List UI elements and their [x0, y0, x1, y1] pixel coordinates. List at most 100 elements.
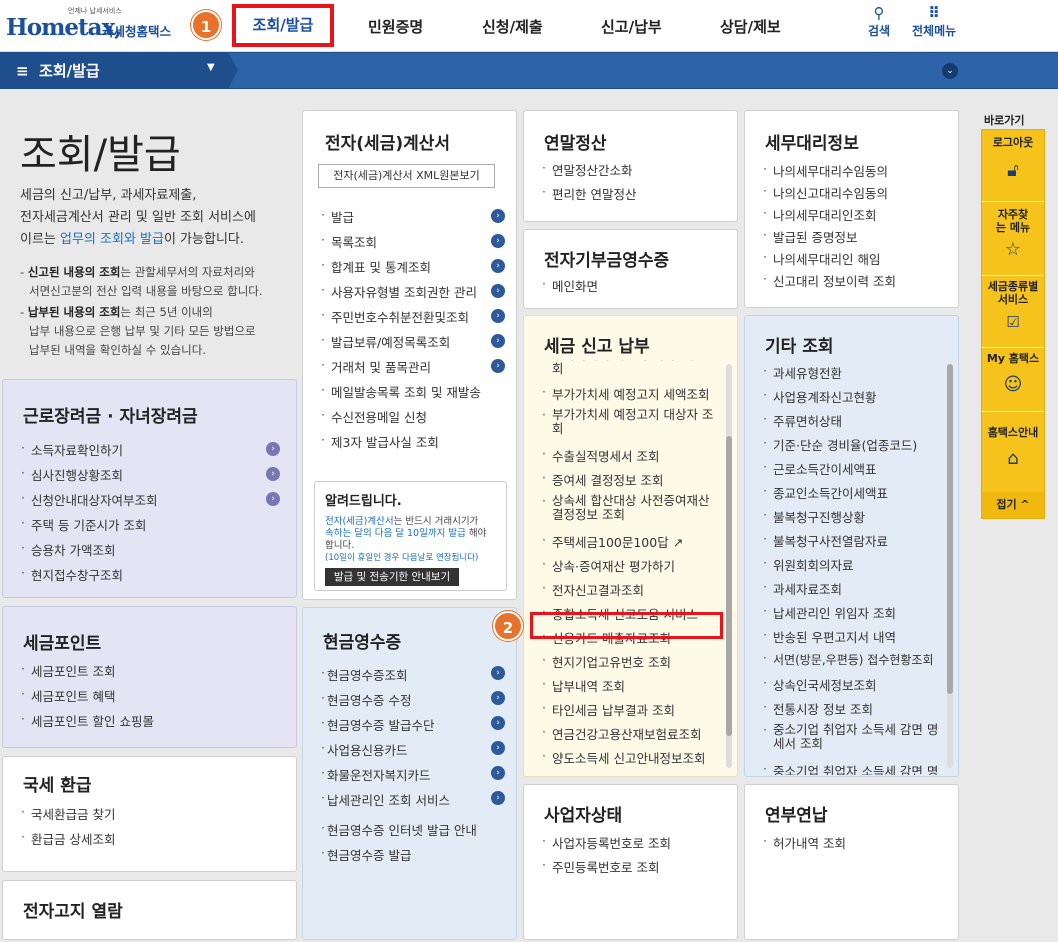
arrow-right-icon[interactable]: › [266, 442, 280, 456]
list-item[interactable]: 기준·단순 경비율(업종코드) [763, 435, 945, 459]
nav-lookup-issue[interactable]: 조회/발급 [232, 4, 334, 47]
list-item[interactable]: 주민번호수취분전환및조회 [321, 307, 481, 332]
list-item[interactable]: 주택 등 기준시가 조회 [21, 515, 158, 540]
list-item[interactable]: 과세자료조회 [763, 579, 945, 603]
list-item[interactable]: 현금영수증 수정 [321, 690, 477, 715]
list-item[interactable]: 나의세무대리인 해임 [763, 249, 896, 271]
panel-e-notice[interactable]: 전자고지 열람 [2, 880, 297, 940]
list-item[interactable]: 상속인국세정보조회 [763, 675, 945, 699]
list-item[interactable]: 수신전용메일 신청 [321, 407, 481, 432]
chevron-down-icon[interactable]: ⌄ [942, 63, 958, 79]
list-item[interactable]: 편리한 연말정산 [542, 184, 636, 208]
list-item[interactable]: 현지접수창구조회 [21, 565, 158, 590]
list-item[interactable]: 거래처 및 품목관리 [321, 357, 481, 382]
list-item[interactable]: 사업자등록번호로 조회 [542, 833, 671, 857]
scrollbar-thumb[interactable] [947, 364, 953, 694]
arrow-right-icon[interactable]: › [491, 791, 505, 805]
list-item[interactable]: 현금영수증 인터넷 발급 안내 [321, 820, 477, 845]
list-item[interactable]: 승용차 가액조회 [21, 540, 158, 565]
list-item[interactable]: 나의신고대리수임동의 [763, 183, 896, 205]
list-item[interactable]: 발급보류/예정목록조회 [321, 332, 481, 357]
list-item[interactable]: 사용자유형별 조회권한 관리 [321, 282, 481, 307]
list-item[interactable]: 부가가치세 카드사 대리납부 조회 [542, 360, 722, 384]
tax-report-scroll-area[interactable]: 부가가치세 카드사 대리납부 조회 부가가치세 예정고지 세액조회 부가가치세 … [524, 360, 724, 770]
breadcrumb[interactable]: ≡ 조회/발급 ▼ [0, 52, 238, 89]
list-item[interactable]: 세금포인트 조회 [21, 661, 154, 686]
list-item[interactable]: 화물운전자복지카드 [321, 765, 477, 790]
list-item[interactable]: 주택세금100문100답 ↗ [542, 532, 722, 556]
list-item[interactable]: 목록조회 [321, 232, 481, 257]
list-item[interactable]: 상속·증여재산 평가하기 [542, 556, 722, 580]
list-item[interactable]: 메인화면 [542, 276, 598, 300]
list-item[interactable]: 부가가치세 예정고지 세액조회 [542, 384, 722, 408]
list-item[interactable]: 환급금 상세조회 [21, 829, 115, 854]
arrow-right-icon[interactable]: › [491, 334, 505, 348]
list-item[interactable]: 납세관리인 조회 서비스 [321, 790, 477, 820]
list-item[interactable]: 국세환급금 찾기 [21, 804, 115, 829]
list-item[interactable]: 불복청구사전열람자료 [763, 531, 945, 555]
arrow-right-icon[interactable]: › [491, 691, 505, 705]
list-item[interactable]: 발급 [321, 207, 481, 232]
list-item[interactable]: 현금영수증 발급수단 [321, 715, 477, 740]
list-item[interactable]: 세금포인트 혜택 [21, 686, 154, 711]
list-item[interactable]: 종교인소득간이세액표 [763, 483, 945, 507]
deadline-guide-button[interactable]: 발급 및 전송기한 안내보기 [325, 568, 459, 586]
list-item[interactable]: 합계표 및 통계조회 [321, 257, 481, 282]
list-item[interactable]: 현금영수증조회 [321, 665, 477, 690]
list-item[interactable]: 나의세무대리수임동의 [763, 161, 896, 183]
list-item[interactable]: 현금영수증 발급 [321, 845, 477, 870]
arrow-right-icon[interactable]: › [266, 492, 280, 506]
list-item[interactable]: 타인세금 납부결과 조회 [542, 700, 722, 724]
list-item[interactable]: 서면(방문,우편등) 접수현황조회 [763, 651, 945, 675]
hometax-logo[interactable]: 언제나 납세서비스 Hometax, 국세청홈택스 [6, 6, 192, 46]
arrow-right-icon[interactable]: › [491, 666, 505, 680]
list-item[interactable]: 과세유형전환 [763, 363, 945, 387]
list-item[interactable]: 주민등록번호로 조회 [542, 857, 671, 881]
nav-certificate[interactable]: 민원증명 [368, 16, 423, 37]
arrow-right-icon[interactable]: › [491, 766, 505, 780]
list-item[interactable]: 근로소득간이세액표 [763, 459, 945, 483]
list-item[interactable]: 위원회회의자료 [763, 555, 945, 579]
list-item[interactable]: 상속세 합산대상 사전증여재산 결정정보 조회 [542, 494, 722, 532]
list-item[interactable]: 부가가치세 예정고지 대상자 조회 [542, 408, 722, 446]
list-item[interactable]: 소득자료확인하기 [21, 440, 158, 465]
arrow-right-icon[interactable]: › [491, 359, 505, 373]
list-item[interactable]: 양도소득세 신고안내정보조회 [542, 748, 722, 770]
list-item[interactable]: 사업용신용카드 [321, 740, 477, 765]
arrow-right-icon[interactable]: › [266, 467, 280, 481]
list-item[interactable]: 납부내역 조회 [542, 676, 722, 700]
list-item[interactable]: 허가내역 조회 [763, 833, 846, 857]
quick-menu-fold-button[interactable]: 접기 ^ [982, 492, 1044, 518]
arrow-right-icon[interactable]: › [491, 284, 505, 298]
arrow-right-icon[interactable]: › [491, 309, 505, 323]
list-item[interactable]: 연말정산간소화 [542, 160, 636, 184]
nav-report-pay[interactable]: 신고/납부 [601, 16, 662, 37]
nav-apply-submit[interactable]: 신청/제출 [482, 16, 543, 37]
list-item[interactable]: 세금포인트 할인 쇼핑몰 [21, 711, 154, 736]
list-item[interactable]: 신청안내대상자여부조회 [21, 490, 158, 515]
list-item[interactable]: 심사진행상황조회 [21, 465, 158, 490]
arrow-right-icon[interactable]: › [491, 741, 505, 755]
quick-favorites[interactable]: 자주찾는 메뉴 ☆ [982, 208, 1044, 276]
list-item[interactable]: 중소기업 취업자 소득세 감면 명세서 조회 [763, 723, 945, 761]
list-item[interactable]: 전통시장 정보 조회 [763, 699, 945, 723]
arrow-right-icon[interactable]: › [491, 234, 505, 248]
quick-my-hometax[interactable]: My 홈택스 ☺ [982, 352, 1044, 412]
arrow-right-icon[interactable]: › [491, 716, 505, 730]
list-item[interactable]: 메일발송목록 조회 및 재발송 [321, 382, 481, 407]
quick-hometax-guide[interactable]: 홈택스안내 ⌂ [982, 426, 1044, 490]
list-item[interactable]: 증여세 결정정보 조회 [542, 470, 722, 494]
list-item[interactable]: 제3자 발급사실 조회 [321, 432, 481, 457]
arrow-right-icon[interactable]: › [491, 209, 505, 223]
list-item[interactable]: 발급된 증명정보 [763, 227, 896, 249]
list-item[interactable]: 전자신고결과조회 [542, 580, 722, 604]
list-item[interactable]: 반송된 우편고지서 내역 [763, 627, 945, 651]
quick-logout[interactable]: 로그아웃 🔓︎ [982, 136, 1044, 202]
nav-consult-report[interactable]: 상담/제보 [720, 16, 781, 37]
list-item[interactable]: 납세관리인 위임자 조회 [763, 603, 945, 627]
arrow-right-icon[interactable]: › [491, 259, 505, 273]
search-button[interactable]: ⚲ 검색 [868, 4, 890, 39]
quick-tax-service[interactable]: 세금종류별 서비스 ☑ [982, 280, 1044, 348]
list-item[interactable]: 나의세무대리인조회 [763, 205, 896, 227]
xml-view-button[interactable]: 전자(세금)계산서 XML원본보기 [318, 164, 495, 188]
